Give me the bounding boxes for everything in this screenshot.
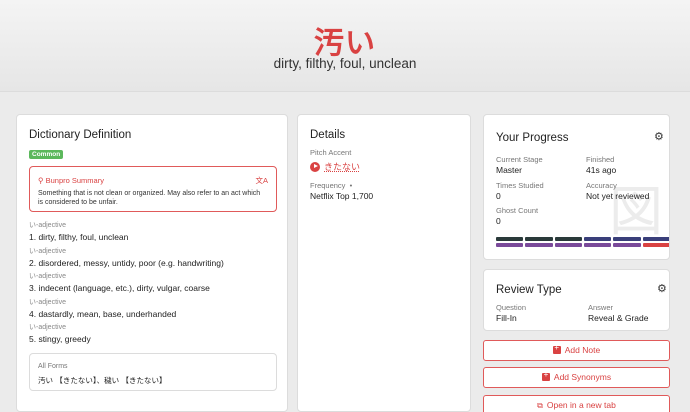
answer-type: Answer Reveal & Grade <box>588 303 649 323</box>
external-link-icon: ⧉ <box>537 401 543 410</box>
dictionary-card: Dictionary Definition Common ⚲ Bunpro Su… <box>16 114 288 412</box>
all-forms-text: 汚い 【きたない】、穢い 【きたない】 <box>38 376 167 385</box>
bunpro-summary: ⚲ Bunpro Summary 文A Something that is no… <box>29 166 277 212</box>
add-note-button[interactable]: Add Note <box>483 340 670 361</box>
all-forms: All Forms 汚い 【きたない】、穢い 【きたない】 <box>29 353 277 391</box>
bulb-icon: ⚲ <box>38 176 44 185</box>
translate-icon[interactable]: 文A <box>255 175 268 186</box>
pitch-accent-row: きたない <box>310 160 360 173</box>
question-type: Question Fill-In <box>496 303 527 323</box>
common-badge: Common <box>29 150 64 159</box>
open-new-tab-button[interactable]: ⧉ Open in a new tab <box>483 395 670 412</box>
accuracy: Accuracy Not yet reviewed <box>586 181 650 201</box>
pitch-accent-label: Pitch Accent <box>310 148 352 157</box>
frequency-label: Frequency • <box>310 181 353 190</box>
times-studied: Times Studied 0 <box>496 181 544 201</box>
progress-card: 図 Your Progress ⚙ Current Stage Master F… <box>483 114 670 260</box>
add-synonyms-icon <box>541 368 550 382</box>
add-note-icon <box>552 341 561 355</box>
list-item: い-adjective 4. dastardly, mean, base, un… <box>29 298 177 319</box>
dictionary-title: Dictionary Definition <box>29 129 132 141</box>
review-type-title: Review Type <box>496 284 562 296</box>
pitch-reading: きたない <box>324 163 361 173</box>
details-title: Details <box>310 129 346 141</box>
list-item: い-adjective 5. stingy, greedy <box>29 324 91 344</box>
finished: Finished 41s ago <box>586 155 617 175</box>
list-item: い-adjective 1. dirty, filthy, foul, uncl… <box>29 222 129 242</box>
review-type-card: Review Type ⚙ Question Fill-In Answer Re… <box>483 269 670 331</box>
current-stage: Current Stage Master <box>496 155 543 175</box>
summary-title: ⚲ Bunpro Summary <box>38 176 104 185</box>
progress-title: Your Progress <box>496 132 569 144</box>
play-audio-icon[interactable] <box>310 161 320 172</box>
vocab-meaning: dirty, filthy, foul, unclean <box>273 56 417 71</box>
definition-list: い-adjective 1. dirty, filthy, foul, uncl… <box>29 221 279 349</box>
add-synonyms-button[interactable]: Add Synonyms <box>483 367 670 388</box>
info-icon[interactable]: • <box>348 181 353 190</box>
header-hero: 汚い dirty, filthy, foul, unclean <box>0 0 690 92</box>
ghost-count: Ghost Count 0 <box>496 206 539 226</box>
list-item: い-adjective 2. disordered, messy, untidy… <box>29 247 224 268</box>
gear-icon[interactable]: ⚙ <box>654 130 664 143</box>
srs-progress-bars <box>496 237 669 249</box>
all-forms-label: All Forms <box>38 363 68 370</box>
summary-text: Something that is not clean or organized… <box>38 190 261 206</box>
details-card: Details Pitch Accent きたない Frequency • Ne… <box>297 114 471 412</box>
list-item: い-adjective 3. indecent (language, etc.)… <box>29 273 210 293</box>
frequency-value: Netflix Top 1,700 <box>310 191 374 201</box>
watermark-glyph: 図 <box>609 180 663 243</box>
gear-icon[interactable]: ⚙ <box>657 282 667 295</box>
